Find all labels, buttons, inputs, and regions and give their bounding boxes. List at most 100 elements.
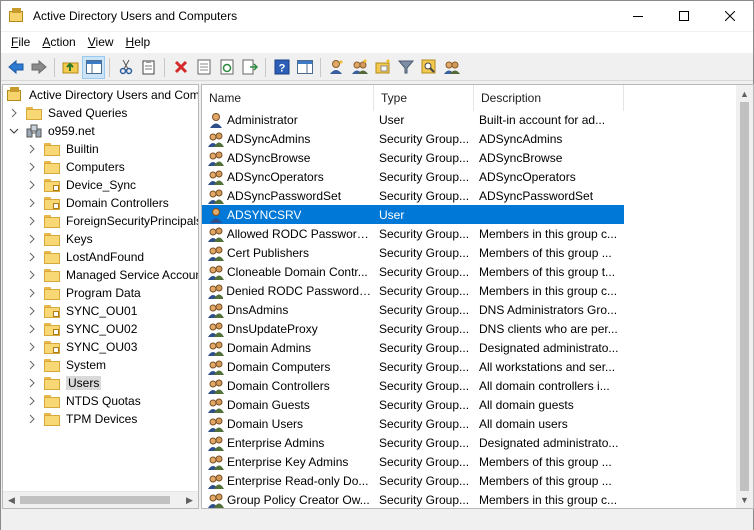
table-row[interactable]: Enterprise Key Admins Security Group... Me… (202, 452, 624, 471)
menu-action[interactable]: Action (36, 33, 81, 52)
export-list-button[interactable] (238, 56, 261, 79)
new-group-button[interactable] (348, 56, 371, 79)
chevron-right-icon[interactable] (9, 108, 19, 118)
table-row[interactable]: Domain Computers Security Group... All wor… (202, 357, 624, 376)
table-row[interactable]: Enterprise Admins Security Group... Design… (202, 433, 624, 452)
tree-item-domain-controllers[interactable]: Domain Controllers (27, 194, 169, 212)
add-to-group-button[interactable] (440, 56, 463, 79)
chevron-right-icon[interactable] (27, 360, 37, 370)
show-action-pane-button[interactable] (293, 56, 316, 79)
chevron-right-icon[interactable] (27, 270, 37, 280)
table-row[interactable]: Group Policy Creator Ow... Security Group… (202, 490, 624, 508)
column-header-name[interactable]: Name (202, 85, 374, 111)
scroll-down-arrow-icon[interactable]: ▼ (736, 491, 753, 508)
chevron-right-icon[interactable] (27, 306, 37, 316)
tree-horizontal-scrollbar[interactable]: ◀ ▶ (3, 491, 198, 508)
cut-button[interactable] (114, 56, 137, 79)
table-row[interactable]: Allowed RODC Password ... Security Group.… (202, 224, 624, 243)
back-button[interactable] (4, 56, 27, 79)
table-row[interactable]: DnsUpdateProxy Security Group... DNS clien… (202, 319, 624, 338)
tree-item-users[interactable]: Users (27, 374, 102, 392)
scroll-left-arrow-icon[interactable]: ◀ (3, 492, 20, 508)
table-row[interactable]: Denied RODC Password R... Security Group.… (202, 281, 624, 300)
help-button[interactable]: ? (270, 56, 293, 79)
tree-item-domain[interactable]: o959.net (9, 122, 95, 140)
table-row[interactable]: ADSyncPasswordSet Security Group... ADSync… (202, 186, 624, 205)
tree-item-foreignsecurityprincipals[interactable]: ForeignSecurityPrincipals (27, 212, 198, 230)
tree-item-ntds-quotas[interactable]: NTDS Quotas (27, 392, 141, 410)
table-row[interactable]: ADSyncAdmins Security Group... ADSyncAdmin… (202, 129, 624, 148)
tree-item-builtin[interactable]: Builtin (27, 140, 99, 158)
details-pane[interactable]: Name Type Description Administrator User B… (201, 84, 754, 509)
chevron-right-icon[interactable] (27, 342, 37, 352)
tree-item-sync-ou02[interactable]: SYNC_OU02 (27, 320, 137, 338)
chevron-right-icon[interactable] (27, 378, 37, 388)
table-row[interactable]: Domain Controllers Security Group... All d… (202, 376, 624, 395)
table-row[interactable]: DnsAdmins Security Group... DNS Administra… (202, 300, 624, 319)
tree-item-keys[interactable]: Keys (27, 230, 93, 248)
scroll-right-arrow-icon[interactable]: ▶ (181, 492, 198, 508)
maximize-button[interactable] (661, 1, 707, 31)
tree-root[interactable]: Active Directory Users and Com (7, 86, 198, 104)
new-ou-button[interactable] (371, 56, 394, 79)
table-row[interactable]: Administrator User Built-in account for ad… (202, 110, 624, 129)
up-one-level-button[interactable] (59, 56, 82, 79)
find-button[interactable] (417, 56, 440, 79)
chevron-right-icon[interactable] (27, 252, 37, 262)
tree-item-computers[interactable]: Computers (27, 158, 125, 176)
table-row[interactable]: Domain Admins Security Group... Designated… (202, 338, 624, 357)
chevron-right-icon[interactable] (27, 288, 37, 298)
ou-folder-icon (44, 196, 60, 210)
table-row[interactable]: ADSYNCSRV User (202, 205, 624, 224)
tree-item-lostandfound[interactable]: LostAndFound (27, 248, 144, 266)
tree-item-system[interactable]: System (27, 356, 106, 374)
close-button[interactable] (707, 1, 753, 31)
tree-item-sync-ou03[interactable]: SYNC_OU03 (27, 338, 137, 356)
tree-item-sync-ou01[interactable]: SYNC_OU01 (27, 302, 137, 320)
table-row[interactable]: Cloneable Domain Contr... Security Group.… (202, 262, 624, 281)
table-row[interactable]: Domain Users Security Group... All domain … (202, 414, 624, 433)
tree-item-program-data[interactable]: Program Data (27, 284, 141, 302)
show-hide-tree-button[interactable] (82, 55, 105, 79)
table-row[interactable]: ADSyncOperators Security Group... ADSyncOp… (202, 167, 624, 186)
chevron-right-icon[interactable] (27, 414, 37, 424)
minimize-button[interactable] (615, 1, 661, 31)
menu-file[interactable]: File (5, 33, 36, 52)
paste-button[interactable] (137, 56, 160, 79)
properties-button[interactable] (192, 56, 215, 79)
tree-pane[interactable]: Active Directory Users and Com Saved Que… (2, 84, 199, 509)
filter-button[interactable] (394, 56, 417, 79)
scroll-up-arrow-icon[interactable]: ▲ (736, 85, 753, 102)
menu-view[interactable]: View (82, 33, 120, 52)
list-header: Name Type Description (202, 85, 624, 111)
scrollbar-thumb[interactable] (740, 102, 749, 491)
table-row[interactable]: ADSyncBrowse Security Group... ADSyncBrows… (202, 148, 624, 167)
tree-item-managed-service-accoun[interactable]: Managed Service Accoun (27, 266, 198, 284)
tree-item-saved-queries[interactable]: Saved Queries (9, 104, 127, 122)
chevron-right-icon[interactable] (27, 234, 37, 244)
chevron-right-icon[interactable] (27, 162, 37, 172)
table-row[interactable]: Enterprise Read-only Do... Security Group… (202, 471, 624, 490)
find-icon (421, 59, 435, 74)
table-row[interactable]: Cert Publishers Security Group... Members … (202, 243, 624, 262)
column-header-description[interactable]: Description (474, 85, 624, 111)
column-header-type[interactable]: Type (374, 85, 474, 111)
chevron-right-icon[interactable] (27, 144, 37, 154)
chevron-down-icon[interactable] (9, 126, 19, 136)
menu-help[interactable]: Help (120, 33, 157, 52)
refresh-button[interactable] (215, 56, 238, 79)
tree-item-tpm-devices[interactable]: TPM Devices (27, 410, 137, 428)
chevron-right-icon[interactable] (27, 324, 37, 334)
chevron-right-icon[interactable] (27, 198, 37, 208)
chevron-right-icon[interactable] (27, 396, 37, 406)
forward-button[interactable] (27, 56, 50, 79)
list-vertical-scrollbar[interactable]: ▲ ▼ (736, 85, 753, 508)
table-row[interactable]: Domain Guests Security Group... All domain… (202, 395, 624, 414)
chevron-right-icon[interactable] (27, 180, 37, 190)
tree-item-device-sync[interactable]: Device_Sync (27, 176, 136, 194)
chevron-right-icon[interactable] (27, 216, 37, 226)
delete-button[interactable] (169, 56, 192, 79)
scrollbar-thumb[interactable] (20, 496, 170, 504)
new-user-button[interactable] (325, 56, 348, 79)
title-bar[interactable]: Active Directory Users and Computers (1, 1, 753, 31)
